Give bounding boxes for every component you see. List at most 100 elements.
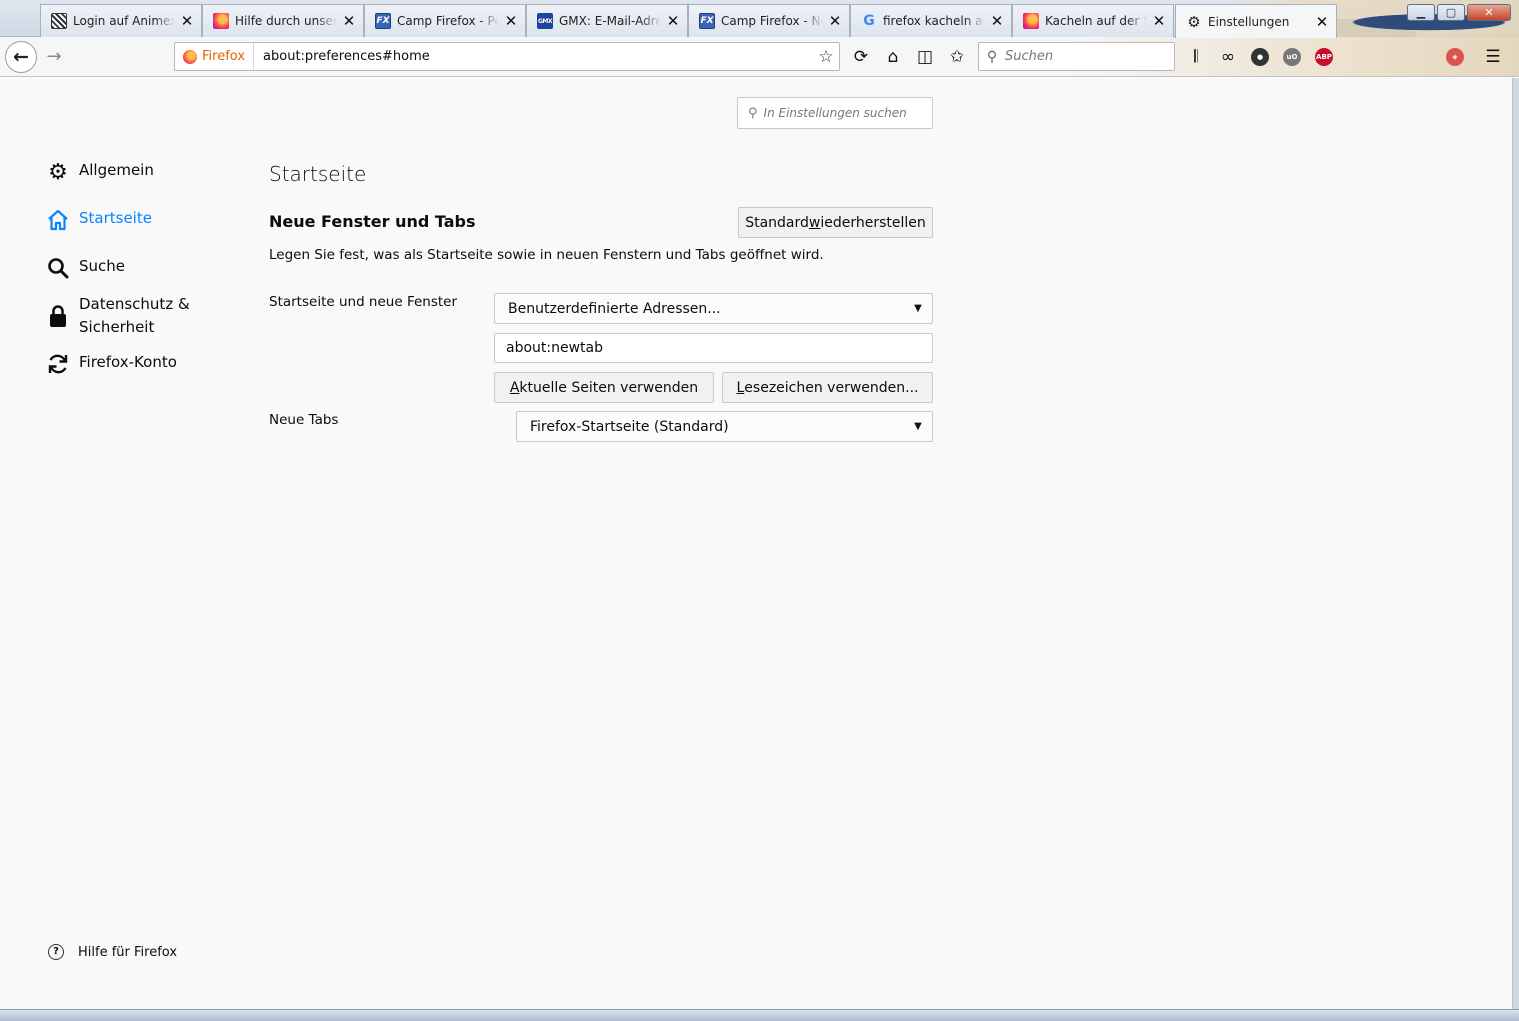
tab-label: Kacheln auf der Seit [1045, 14, 1147, 28]
identity-label: Firefox [202, 49, 246, 64]
close-icon[interactable]: ✕ [1314, 14, 1330, 30]
button-accesskey: A [509, 379, 520, 396]
private-mask-icon[interactable]: ∞ [1216, 45, 1240, 69]
firefox-logo-icon [183, 49, 197, 64]
gear-icon: ⚙ [48, 159, 68, 185]
sync-icon [45, 351, 71, 377]
help-link[interactable]: ? Hilfe für Firefox [48, 944, 177, 960]
button-text: esezeichen verwenden... [744, 379, 919, 396]
tab-label: Hilfe durch unsere [235, 14, 337, 28]
adblock-plus-icon[interactable]: ABP [1315, 48, 1333, 66]
category-datenschutz[interactable]: Datenschutz & Sicherheit [45, 293, 190, 339]
button-accesskey: L [736, 379, 745, 396]
forward-button[interactable]: → [42, 46, 66, 68]
tab-animexx[interactable]: Login auf Animexx ✕ [40, 4, 202, 37]
use-current-pages-button[interactable]: Aktuelle Seiten verwenden [494, 372, 714, 403]
search-bar[interactable]: ⚲ Suchen [978, 42, 1175, 71]
category-suche[interactable]: Suche [45, 255, 125, 281]
tab-gmx[interactable]: GMX GMX: E-Mail-Adress ✕ [526, 4, 688, 37]
ublock-icon[interactable]: uO [1283, 48, 1301, 66]
tab-label: Camp Firefox - Neu [721, 14, 823, 28]
chevron-down-icon: ▼ [914, 421, 922, 432]
tab-strip: Login auf Animexx ✕ Hilfe durch unsere ✕… [0, 0, 1519, 38]
button-text: Standard [745, 214, 809, 231]
camp-firefox-favicon: FX [375, 13, 391, 29]
close-icon[interactable]: ✕ [179, 13, 195, 29]
category-allgemein[interactable]: ⚙ Allgemein [45, 159, 154, 185]
section-description: Legen Sie fest, was als Startseite sowie… [269, 247, 824, 263]
tab-label: GMX: E-Mail-Adress [559, 14, 661, 28]
taskbar-edge [0, 1009, 1519, 1021]
category-label: Firefox-Konto [79, 353, 177, 371]
google-favicon: G [863, 13, 875, 29]
preferences-search-placeholder: In Einstellungen suchen [763, 106, 907, 120]
chevron-down-icon: ▼ [914, 303, 922, 314]
help-icon: ? [48, 944, 64, 960]
use-bookmark-button[interactable]: Lesezeichen verwenden... [722, 372, 933, 403]
close-icon[interactable]: ✕ [503, 13, 519, 29]
button-accesskey: w [808, 214, 821, 231]
category-label: Allgemein [79, 161, 154, 179]
button-text: iederherstellen [820, 214, 926, 231]
homepage-url-input[interactable] [494, 333, 933, 363]
identity-box[interactable]: Firefox [175, 43, 255, 70]
sidebar-icon[interactable]: ◫ [913, 45, 937, 69]
tab-kacheln[interactable]: Kacheln auf der Seit ✕ [1012, 4, 1174, 37]
menu-hamburger-icon[interactable]: ☰ [1481, 45, 1505, 69]
addon-icon[interactable]: ● [1251, 48, 1269, 66]
close-icon[interactable]: ✕ [341, 13, 357, 29]
back-button[interactable]: ← [5, 41, 37, 73]
search-icon [45, 255, 71, 281]
button-text: ktuelle Seiten verwenden [519, 379, 699, 396]
close-icon[interactable]: ✕ [1151, 13, 1167, 29]
search-placeholder: Suchen [1005, 49, 1054, 64]
library-icon[interactable]: 𝄃 [1184, 45, 1208, 69]
bookmarks-menu-icon[interactable]: ✩ [945, 45, 969, 69]
category-label: Startseite [79, 209, 152, 227]
tab-label: Camp Firefox - Pers [397, 14, 499, 28]
gear-icon: ⚙ [1187, 12, 1201, 31]
reload-icon[interactable]: ⟳ [849, 45, 873, 69]
select-value: Benutzerdefinierte Adressen... [508, 300, 721, 317]
tab-einstellungen[interactable]: ⚙ Einstellungen ✕ [1175, 4, 1337, 38]
tab-label: firefox kacheln anze [883, 14, 985, 28]
maximize-button[interactable]: ▢ [1437, 4, 1465, 21]
firefox-favicon [1023, 13, 1039, 29]
bookmark-star-icon[interactable]: ☆ [813, 47, 839, 67]
home-icon [45, 207, 71, 233]
tab-google-search[interactable]: G firefox kacheln anze ✕ [850, 4, 1012, 37]
search-icon: ⚲ [986, 48, 998, 65]
preferences-search-input[interactable]: ⚲ In Einstellungen suchen [737, 97, 933, 129]
close-icon[interactable]: ✕ [665, 13, 681, 29]
tab-camp-firefox-pers[interactable]: FX Camp Firefox - Pers ✕ [364, 4, 526, 37]
help-label: Hilfe für Firefox [78, 944, 178, 960]
lock-icon [45, 303, 71, 329]
category-firefox-konto[interactable]: Firefox-Konto [45, 351, 177, 377]
tab-hilfe[interactable]: Hilfe durch unsere ✕ [202, 4, 364, 37]
category-label: Datenschutz & Sicherheit [79, 295, 190, 336]
category-startseite[interactable]: Startseite [45, 207, 152, 233]
shield-icon[interactable]: ◈ [1446, 48, 1464, 66]
page-title: Startseite [269, 162, 367, 186]
tab-label: Einstellungen [1208, 14, 1290, 29]
window-frame-right [1512, 78, 1519, 1021]
homepage-mode-select[interactable]: Benutzerdefinierte Adressen... ▼ [494, 293, 933, 324]
home-icon[interactable]: ⌂ [881, 45, 905, 69]
window-close-button[interactable]: ✕ [1467, 4, 1511, 21]
animexx-favicon [51, 13, 67, 29]
close-icon[interactable]: ✕ [827, 13, 843, 29]
camp-firefox-favicon: FX [699, 13, 715, 29]
gmx-favicon: GMX [537, 13, 553, 29]
minimize-button[interactable]: ▁ [1407, 4, 1435, 21]
navigation-toolbar: ← → Firefox about:preferences#home ☆ ⟳ ⌂… [0, 37, 1519, 77]
url-input[interactable]: about:preferences#home [254, 49, 813, 64]
search-icon: ⚲ [748, 105, 758, 121]
url-bar[interactable]: Firefox about:preferences#home ☆ [174, 42, 840, 71]
tab-label: Login auf Animexx [73, 14, 175, 28]
section-heading: Neue Fenster und Tabs [269, 212, 476, 231]
close-icon[interactable]: ✕ [989, 13, 1005, 29]
new-tabs-select[interactable]: Firefox-Startseite (Standard) ▼ [516, 411, 933, 442]
window-controls: ▁ ▢ ✕ [1407, 4, 1511, 21]
tab-camp-firefox-neu[interactable]: FX Camp Firefox - Neu ✕ [688, 4, 850, 37]
restore-defaults-button[interactable]: Standard w iederherstellen [738, 207, 933, 238]
